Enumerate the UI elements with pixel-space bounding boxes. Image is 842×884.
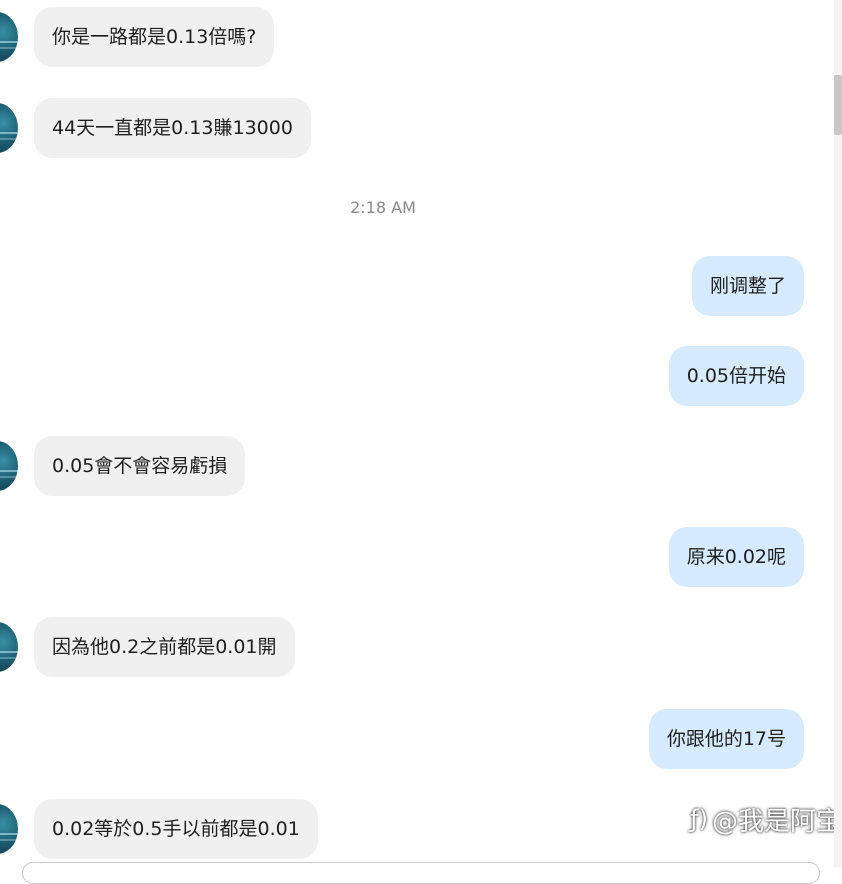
message-bubble: 0.02等於0.5手以前都是0.01	[34, 799, 318, 859]
contact-avatar[interactable]	[0, 12, 18, 62]
message-incoming: 0.02等於0.5手以前都是0.01	[0, 799, 318, 859]
watermark: ƒ) @我是阿宝	[690, 800, 842, 838]
zhihu-logo-icon: ƒ)	[690, 805, 708, 833]
message-timestamp: 2:18 AM	[350, 198, 416, 217]
message-bubble: 0.05倍开始	[668, 346, 804, 406]
message-input[interactable]	[22, 862, 820, 884]
message-bubble: 44天一直都是0.13賺13000	[34, 98, 311, 158]
message-bubble: 0.05會不會容易虧損	[34, 436, 246, 496]
scrollbar-thumb[interactable]	[834, 75, 842, 135]
message-bubble: 刚调整了	[691, 256, 804, 316]
contact-avatar[interactable]	[0, 622, 18, 672]
contact-avatar[interactable]	[0, 103, 18, 153]
message-outgoing: 刚调整了	[691, 256, 804, 316]
message-outgoing: 你跟他的17号	[648, 709, 804, 769]
contact-avatar[interactable]	[0, 441, 18, 491]
message-outgoing: 原来0.02呢	[668, 527, 804, 587]
message-incoming: 因為他0.2之前都是0.01開	[0, 617, 295, 677]
message-bubble: 原来0.02呢	[668, 527, 804, 587]
message-incoming: 你是一路都是0.13倍嗎?	[0, 7, 275, 67]
chat-thread: 你是一路都是0.13倍嗎? 44天一直都是0.13賺13000 2:18 AM …	[0, 0, 834, 867]
message-bubble: 因為他0.2之前都是0.01開	[34, 617, 295, 677]
message-bubble: 你跟他的17号	[648, 709, 804, 769]
contact-avatar[interactable]	[0, 804, 18, 854]
message-bubble: 你是一路都是0.13倍嗎?	[34, 7, 275, 67]
message-outgoing: 0.05倍开始	[668, 346, 804, 406]
message-incoming: 44天一直都是0.13賺13000	[0, 98, 311, 158]
scrollbar[interactable]	[834, 0, 842, 867]
watermark-text: @我是阿宝	[711, 806, 842, 837]
message-incoming: 0.05會不會容易虧損	[0, 436, 246, 496]
